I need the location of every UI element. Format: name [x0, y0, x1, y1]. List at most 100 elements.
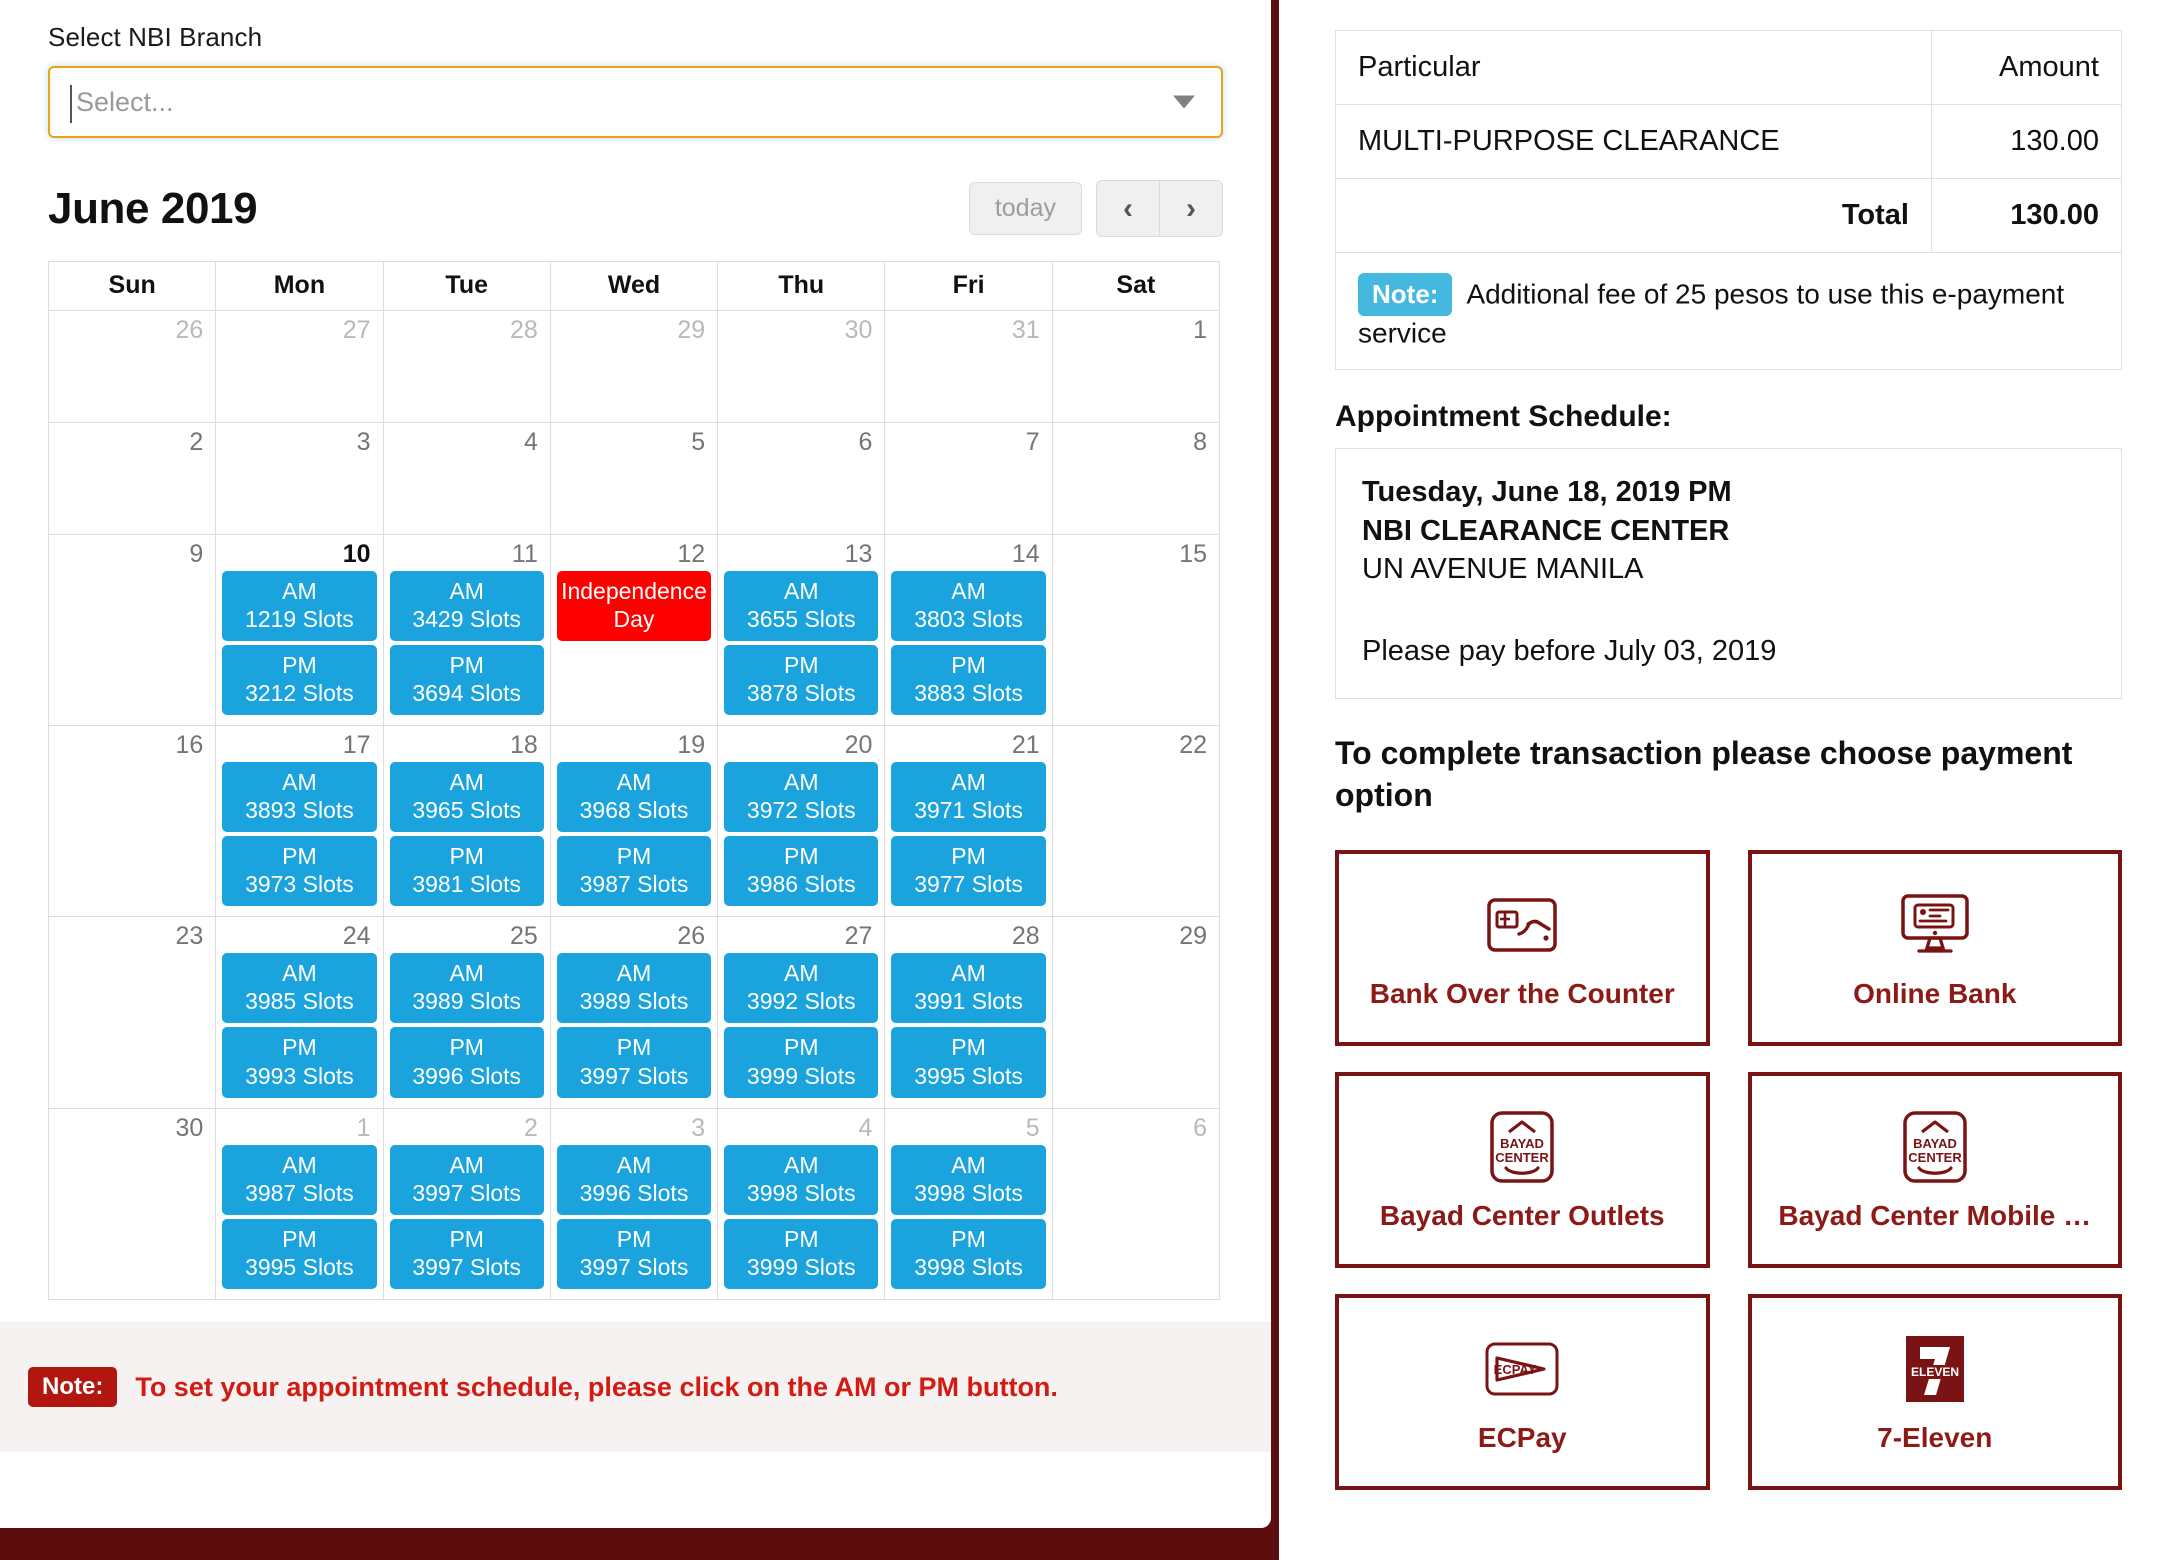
calendar-day-events: Independence Day	[551, 571, 717, 651]
slot-button-am[interactable]: AM 3803 Slots	[891, 571, 1046, 642]
column-header-amount: Amount	[1931, 30, 2122, 105]
slot-count-label: 3989 Slots	[579, 988, 689, 1015]
slot-count-label: 3972 Slots	[746, 797, 856, 824]
slot-count-label: 3429 Slots	[412, 606, 522, 633]
slot-button-am[interactable]: AM 3985 Slots	[222, 953, 377, 1024]
calendar-day-cell: 6	[717, 422, 886, 535]
payment-option-tile[interactable]: Bank Over the Counter	[1335, 850, 1710, 1047]
calendar-note-badge: Note:	[28, 1367, 118, 1408]
slot-button-pm[interactable]: PM 3997 Slots	[556, 1027, 712, 1098]
slot-count-label: 3803 Slots	[914, 606, 1023, 633]
slot-button-am[interactable]: AM 3968 Slots	[556, 762, 712, 833]
calendar-day-cell: 26 AM 3989 Slots PM 3997 Slots	[549, 916, 719, 1109]
calendar-day-events	[216, 347, 382, 353]
fee-note-text: Additional fee of 25 pesos to use this e…	[1358, 278, 2065, 349]
calendar-week-row: 9 10 AM 1219 Slots PM 3212 Slots 11 AM 3429 Slot…	[47, 533, 1221, 727]
slot-period-label: AM	[784, 960, 819, 987]
slot-button-am[interactable]: AM 3992 Slots	[724, 953, 879, 1024]
slot-period-label: PM	[951, 652, 986, 679]
calendar-day-events: AM 3991 Slots PM 3995 Slots	[885, 953, 1051, 1107]
slot-button-pm[interactable]: PM 3997 Slots	[556, 1218, 712, 1289]
payment-option-tile[interactable]: BAYAD CENTER Bayad Center Mobile …	[1747, 1072, 2122, 1269]
slot-period-label: PM	[784, 1225, 819, 1252]
calendar-day-events	[885, 459, 1051, 465]
calendar-day-events: AM 3996 Slots PM 3997 Slots	[551, 1144, 717, 1299]
calendar-week-row: 2 3 4 5 6 7 8	[47, 422, 1221, 535]
weekday-header-tue: Tue	[382, 261, 551, 311]
slot-button-pm[interactable]: PM 3981 Slots	[389, 836, 544, 907]
slot-button-am[interactable]: AM 3991 Slots	[891, 953, 1046, 1024]
slot-button-pm[interactable]: PM 3987 Slots	[556, 836, 712, 907]
slot-button-am[interactable]: AM 3429 Slots	[389, 571, 544, 642]
calendar-week-row: 16 17 AM 3893 Slots PM 3973 Slots 18 AM 3965 Slo…	[47, 725, 1221, 918]
payment-option-tile[interactable]: ECPAY ECPay	[1335, 1294, 1710, 1491]
branch-select-input[interactable]: Select...	[48, 66, 1223, 138]
total-row: Total 130.00	[1335, 178, 2122, 253]
slot-count-label: 1219 Slots	[245, 606, 354, 633]
slot-button-pm[interactable]: PM 3996 Slots	[389, 1027, 544, 1098]
chevron-down-icon[interactable]	[1173, 95, 1195, 109]
slot-button-pm[interactable]: PM 3999 Slots	[724, 1218, 879, 1289]
slot-button-am[interactable]: AM 3998 Slots	[724, 1144, 879, 1215]
slot-button-am[interactable]: AM 3971 Slots	[891, 762, 1046, 833]
slot-button-pm[interactable]: PM 3993 Slots	[222, 1027, 377, 1098]
next-month-button[interactable]: ›	[1159, 180, 1223, 237]
slot-button-pm[interactable]: PM 3998 Slots	[891, 1218, 1046, 1289]
calendar-day-number: 16	[175, 731, 204, 760]
slot-button-pm[interactable]: PM 3997 Slots	[389, 1218, 544, 1289]
calendar-day-events: AM 3803 Slots PM 3883 Slots	[885, 571, 1051, 725]
calendar-day-cell: 27	[215, 310, 384, 423]
calendar-day-events	[718, 347, 884, 353]
prev-month-button[interactable]: ‹	[1096, 180, 1159, 237]
payment-option-tile[interactable]: ELEVEN 7-Eleven	[1747, 1294, 2122, 1491]
slot-button-am[interactable]: AM 3893 Slots	[222, 762, 377, 833]
slot-button-am[interactable]: AM 3989 Slots	[389, 953, 544, 1024]
slot-button-am[interactable]: AM 3996 Slots	[556, 1144, 712, 1215]
slot-button-pm[interactable]: PM 3986 Slots	[724, 836, 879, 907]
calendar-day-cell: 11 AM 3429 Slots PM 3694 Slots	[382, 533, 551, 727]
slot-period-label: PM	[449, 1225, 484, 1252]
slot-button-am[interactable]: AM 3997 Slots	[389, 1144, 544, 1215]
payment-option-tile[interactable]: Online Bank	[1747, 850, 2122, 1047]
slot-button-pm[interactable]: PM 3995 Slots	[222, 1218, 377, 1289]
slot-count-label: 3992 Slots	[746, 988, 856, 1015]
slot-period-label: PM	[449, 843, 484, 870]
slot-period-label: PM	[616, 843, 652, 870]
payment-option-label: 7-Eleven	[1877, 1422, 1993, 1454]
calendar-day-number: 10	[342, 540, 371, 568]
weekday-header-sat: Sat	[1051, 261, 1221, 311]
slot-period-label: AM	[282, 769, 317, 796]
slot-button-pm[interactable]: PM 3694 Slots	[389, 645, 544, 716]
today-button[interactable]: today	[968, 182, 1082, 235]
slot-button-pm[interactable]: PM 3995 Slots	[891, 1027, 1046, 1098]
calendar-day-cell: 18 AM 3965 Slots PM 3981 Slots	[382, 725, 551, 918]
slot-button-pm[interactable]: PM 3212 Slots	[222, 645, 377, 716]
calendar-day-events: AM 3987 Slots PM 3995 Slots	[216, 1144, 382, 1299]
calendar-day-number: 6	[1193, 1113, 1207, 1142]
slot-button-pm[interactable]: PM 3977 Slots	[891, 836, 1046, 907]
slot-button-am[interactable]: AM 3989 Slots	[556, 953, 712, 1024]
calendar-day-cell: 30	[717, 310, 886, 423]
slot-button-pm[interactable]: PM 3973 Slots	[222, 836, 377, 907]
slot-button-am[interactable]: AM 3965 Slots	[389, 762, 544, 833]
slot-button-am[interactable]: AM 3998 Slots	[891, 1144, 1046, 1215]
fee-note-cell: Note: Additional fee of 25 pesos to use t…	[1335, 251, 2122, 371]
payment-option-tile[interactable]: BAYAD CENTER Bayad Center Outlets	[1335, 1072, 1710, 1269]
appointment-booking-page: Select NBI Branch Select... June 2019 to…	[0, 0, 2182, 1560]
slot-period-label: PM	[784, 1034, 819, 1061]
slot-button-am[interactable]: AM 1219 Slots	[222, 571, 377, 642]
slot-period-label: AM	[282, 960, 317, 987]
slot-button-pm[interactable]: PM 3878 Slots	[724, 645, 879, 716]
calendar-day-number: 29	[1179, 922, 1207, 951]
slot-button-am[interactable]: AM 3972 Slots	[724, 762, 879, 833]
calendar-day-events: AM 3893 Slots PM 3973 Slots	[216, 762, 382, 916]
slot-button-pm[interactable]: PM 3883 Slots	[891, 645, 1046, 716]
calendar-day-number: 29	[677, 316, 706, 344]
slot-button-am[interactable]: AM 3655 Slots	[724, 571, 879, 642]
calendar-day-number: 12	[677, 540, 706, 568]
slot-button-am[interactable]: AM 3987 Slots	[222, 1144, 377, 1215]
calendar-week-row: 23 24 AM 3985 Slots PM 3993 Slots 25 AM 3989 Slo…	[47, 916, 1221, 1109]
slot-button-pm[interactable]: PM 3999 Slots	[724, 1027, 879, 1098]
calendar-day-cell: 5 AM 3998 Slots PM 3998 Slots	[884, 1107, 1053, 1300]
slot-count-label: 3999 Slots	[746, 1062, 856, 1089]
